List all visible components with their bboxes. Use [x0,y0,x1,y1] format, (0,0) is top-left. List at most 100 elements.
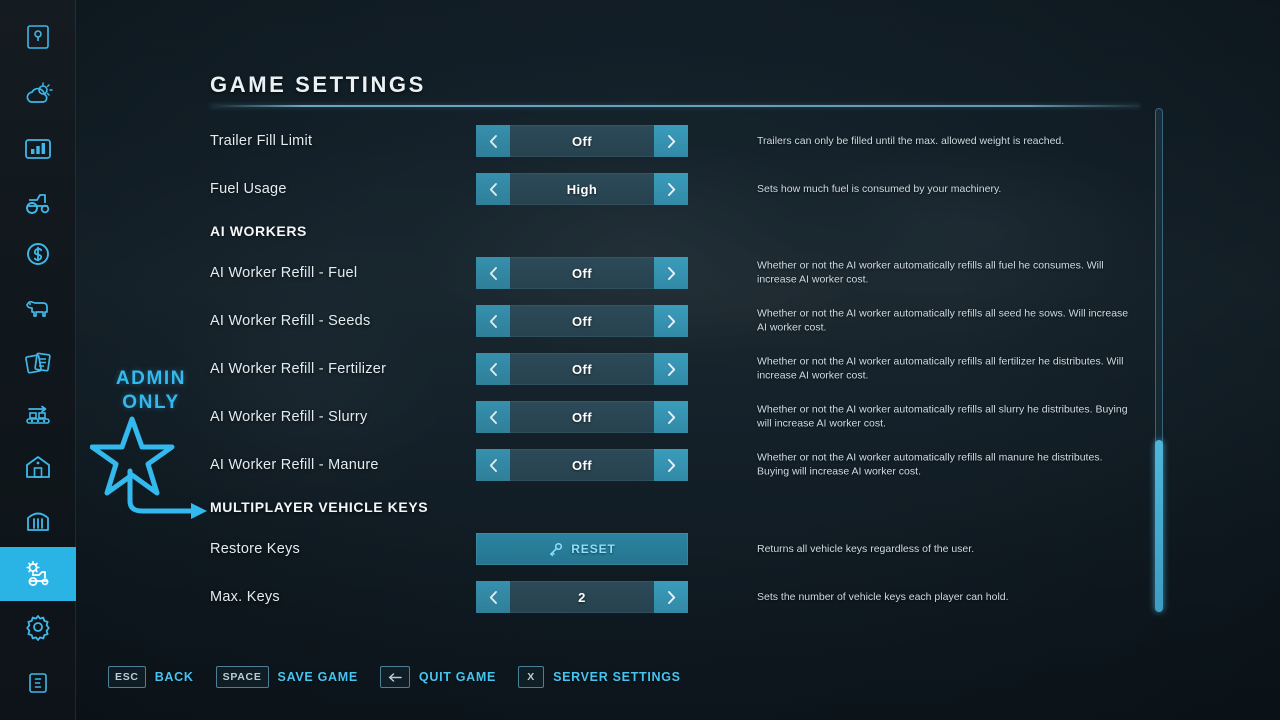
option-selector[interactable]: High [476,173,688,205]
contracts-icon [25,352,51,374]
chevron-left-icon [489,410,497,424]
chevron-right-icon [667,134,675,148]
settings-content: GAME SETTINGS Trailer Fill Limit Off Trail… [76,0,1280,720]
sidebar-item-game-settings[interactable] [0,547,76,601]
animals-icon [26,300,48,317]
footer-hint[interactable]: SPACE SAVE GAME [215,666,358,688]
sidebar-item-vehicles[interactable] [0,176,76,230]
settings-row[interactable]: AI Worker Refill - Seeds Off Whether or no… [76,304,1280,338]
general-settings-icon [26,615,50,641]
sidebar-item-statistics[interactable] [0,122,76,176]
option-next-button[interactable] [654,449,688,481]
footer-hint-label: SERVER SETTINGS [553,670,681,684]
sidebar-item-quest-marker[interactable] [0,10,76,64]
weather-icon [26,82,53,103]
settings-row[interactable]: AI Worker Refill - Manure Off Whether or n… [76,448,1280,482]
footer-hint[interactable]: X SERVER SETTINGS [518,666,681,688]
row-description: Whether or not the AI worker automatical… [757,355,1124,382]
settings-row[interactable]: Trailer Fill Limit Off Trailers can only b… [76,124,1280,158]
key-cap: X [518,666,545,688]
option-next-button[interactable] [654,173,688,205]
option-prev-button[interactable] [476,305,510,337]
scrollbar-thumb[interactable] [1155,440,1163,612]
sidebar-item-contracts[interactable] [0,336,76,390]
back-arrow-icon [379,666,410,688]
chevron-left-icon [489,182,497,196]
finances-icon [27,243,49,265]
chevron-right-icon [667,266,675,280]
settings-row[interactable]: Restore Keys RESET Returns all vehicle key… [76,532,1280,566]
option-prev-button[interactable] [476,581,510,613]
chevron-right-icon [667,458,675,472]
reset-keys-button[interactable]: RESET [476,533,688,565]
row-label: AI Worker Refill - Fuel [210,265,358,281]
option-selector[interactable]: Off [476,257,688,289]
chevron-left-icon [489,314,497,328]
sidebar-item-farm[interactable] [0,440,76,494]
option-selector[interactable]: Off [476,305,688,337]
option-next-button[interactable] [654,125,688,157]
game-settings-icon [26,560,49,586]
footer-hint-label: QUIT GAME [418,670,497,684]
farm-icon [26,456,50,478]
option-value: Off [572,361,592,377]
settings-row[interactable]: AI Worker Refill - Fertilizer Off Whether … [76,352,1280,386]
row-description: Trailers can only be filled until the ma… [757,134,1065,147]
option-selector[interactable]: Off [476,401,688,433]
option-value: Off [572,265,592,281]
footer-hint[interactable]: QUIT GAME [379,666,497,688]
option-prev-button[interactable] [476,353,510,385]
chevron-right-icon [667,590,675,604]
sidebar-item-animals[interactable] [0,281,76,335]
key-e-icon [29,673,47,693]
option-next-button[interactable] [654,353,688,385]
option-prev-button[interactable] [476,257,510,289]
sidebar-item-weather[interactable] [0,68,76,122]
row-label: Trailer Fill Limit [210,133,313,149]
row-label: AI Worker Refill - Seeds [210,313,371,329]
option-selector[interactable]: Off [476,125,688,157]
option-prev-button[interactable] [476,173,510,205]
footer-hint[interactable]: ESC BACK [108,666,194,688]
settings-section-header: AI WORKERS [76,214,1280,248]
game-settings-screen: GAME SETTINGS Trailer Fill Limit Off Trail… [0,0,1280,720]
option-selector[interactable]: Off [476,353,688,385]
option-value: Off [572,133,592,149]
settings-row[interactable]: AI Worker Refill - Fuel Off Whether or not… [76,256,1280,290]
option-next-button[interactable] [654,581,688,613]
option-prev-button[interactable] [476,401,510,433]
settings-row[interactable]: Fuel Usage High Sets how much fuel is cons… [76,172,1280,206]
option-selector[interactable]: Off [476,449,688,481]
chevron-right-icon [667,410,675,424]
quest-marker-icon [27,25,49,49]
row-description: Whether or not the AI worker automatical… [757,451,1103,478]
chevron-left-icon [489,362,497,376]
option-selector[interactable]: 2 [476,581,688,613]
sidebar-item-general-settings[interactable] [0,600,76,654]
option-value: Off [572,313,592,329]
sidebar-item-production[interactable] [0,389,76,443]
sidebar [0,0,76,720]
chevron-left-icon [489,590,497,604]
chevron-left-icon [489,458,497,472]
option-prev-button[interactable] [476,449,510,481]
option-value: Off [572,409,592,425]
row-description: Sets the number of vehicle keys each pla… [757,590,1009,603]
option-prev-button[interactable] [476,125,510,157]
statistics-icon [25,139,51,159]
sidebar-item-construction[interactable] [0,493,76,547]
chevron-left-icon [489,134,497,148]
footer-hint-label: SAVE GAME [277,670,358,684]
option-next-button[interactable] [654,401,688,433]
settings-row[interactable]: Max. Keys 2 Sets the number of vehicle key… [76,580,1280,614]
row-description: Whether or not the AI worker automatical… [757,307,1129,334]
row-description: Returns all vehicle keys regardless of t… [757,542,975,555]
sidebar-item-finances[interactable] [0,227,76,281]
option-next-button[interactable] [654,257,688,289]
settings-section-header: MULTIPLAYER VEHICLE KEYS [76,490,1280,524]
option-next-button[interactable] [654,305,688,337]
settings-row[interactable]: AI Worker Refill - Slurry Off Whether or n… [76,400,1280,434]
sidebar-item-key-e[interactable] [0,656,76,710]
chevron-right-icon [667,314,675,328]
option-value: 2 [578,589,586,605]
